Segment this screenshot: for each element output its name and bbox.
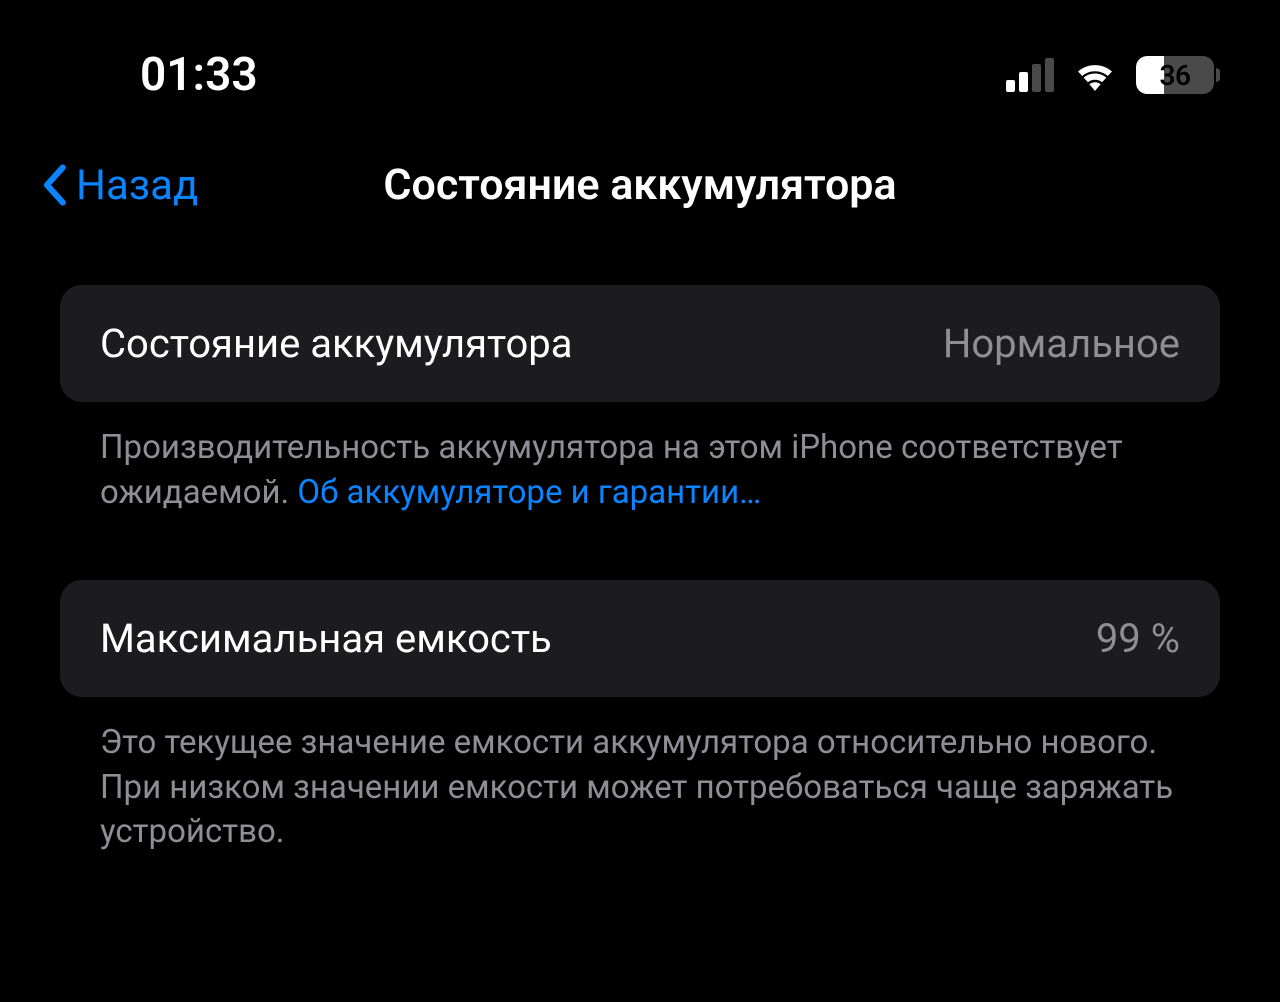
max-capacity-row[interactable]: Максимальная емкость 99 % [60,580,1220,697]
battery-condition-row[interactable]: Состояние аккумулятора Нормальное [60,285,1220,402]
navigation-bar: Назад Состояние аккумулятора [0,130,1280,250]
status-time: 01:33 [140,48,258,102]
chevron-left-icon [40,164,68,206]
cellular-signal-icon [1006,58,1054,92]
status-right: 36 [1006,56,1220,94]
battery-condition-value: Нормальное [943,320,1180,367]
max-capacity-footer: Это текущее значение емкости аккумулятор… [60,697,1220,855]
battery-condition-label: Состояние аккумулятора [100,320,573,367]
status-bar: 01:33 36 [0,0,1280,130]
battery-percent: 36 [1160,59,1191,92]
max-capacity-value: 99 % [1096,615,1180,662]
battery-indicator: 36 [1136,56,1220,94]
max-capacity-label: Максимальная емкость [100,615,552,662]
battery-condition-footer: Производительность аккумулятора на этом … [60,402,1220,515]
back-label: Назад [76,161,198,210]
battery-warranty-link[interactable]: Об аккумуляторе и гарантии… [297,473,761,512]
max-capacity-footer-text: Это текущее значение емкости аккумулятор… [100,723,1173,851]
back-button[interactable]: Назад [40,161,198,210]
page-title: Состояние аккумулятора [383,160,896,210]
content: Состояние аккумулятора Нормальное Произв… [0,250,1280,855]
wifi-icon [1072,57,1118,93]
